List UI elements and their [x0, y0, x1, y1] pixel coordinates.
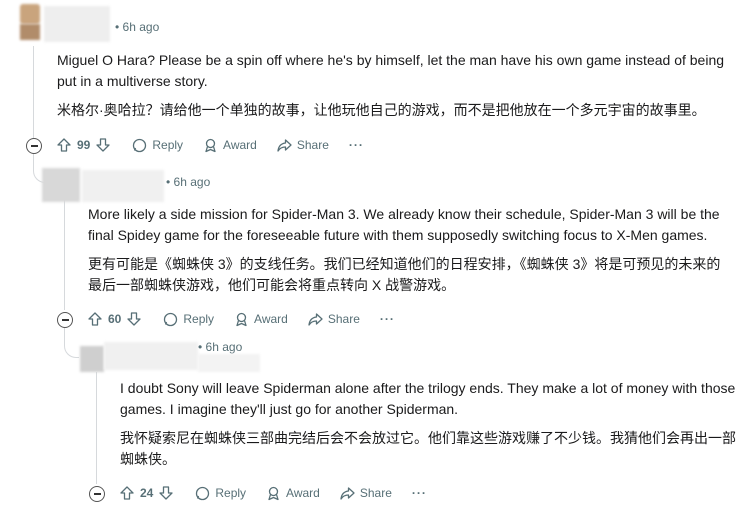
comment-meta: • 6h ago — [115, 20, 159, 34]
comment-meta: • 6h ago — [198, 340, 242, 354]
share-icon — [340, 486, 355, 500]
vote-group: 99 — [57, 138, 111, 152]
reply-icon — [196, 486, 210, 500]
collapse-button[interactable] — [57, 312, 73, 328]
thread-line-root — [33, 46, 34, 138]
thread-elbow-2 — [64, 327, 79, 358]
meta-dot: • — [198, 340, 203, 354]
upvote-icon[interactable] — [120, 486, 134, 500]
timestamp: 6h ago — [173, 175, 211, 189]
more-options-button[interactable]: ··· — [380, 312, 395, 326]
avatar — [80, 346, 104, 372]
reply-button[interactable]: Reply — [132, 138, 183, 153]
share-button[interactable]: Share — [277, 138, 329, 153]
avatar — [42, 168, 80, 202]
vote-count: 99 — [77, 138, 91, 152]
share-button[interactable]: Share — [340, 486, 392, 501]
username-overlay — [198, 354, 260, 372]
comment-body: I doubt Sony will leave Spiderman alone … — [120, 378, 740, 470]
share-label: Share — [296, 138, 329, 152]
username[interactable] — [104, 342, 198, 370]
more-icon: ··· — [411, 486, 427, 500]
avatar — [20, 4, 40, 24]
comment-text-zh: 米格尔·奥哈拉？请给他一个单独的故事，让他玩他自己的游戏，而不是把他放在一个多元… — [57, 102, 706, 118]
vote-group: 24 — [120, 486, 174, 500]
thread-line-level3 — [96, 372, 97, 484]
reply-icon — [133, 138, 147, 152]
vote-count: 60 — [108, 312, 122, 326]
reply-label: Reply — [215, 486, 247, 500]
share-icon — [308, 312, 323, 326]
comment-actions: 24 Reply Award Share ··· — [120, 480, 447, 506]
award-label: Award — [223, 138, 257, 152]
timestamp: 6h ago — [122, 20, 160, 34]
award-icon — [268, 486, 279, 500]
reply-label: Reply — [152, 138, 184, 152]
comment-text-en: More likely a side mission for Spider-Ma… — [88, 206, 720, 243]
comment-text-zh: 我怀疑索尼在蜘蛛侠三部曲完结后会不会放过它。他们靠这些游戏赚了不少钱。我猜他们会… — [120, 430, 736, 467]
thread-line-level2 — [64, 196, 65, 310]
share-label: Share — [327, 312, 360, 326]
share-button[interactable]: Share — [308, 312, 360, 327]
award-button[interactable]: Award — [266, 486, 320, 501]
comment-body: Miguel O Hara? Please be a spin off wher… — [57, 50, 727, 121]
downvote-icon[interactable] — [159, 486, 174, 500]
share-label: Share — [359, 486, 392, 500]
reply-label: Reply — [183, 312, 215, 326]
comment-meta: • 6h ago — [166, 175, 210, 189]
collapse-button[interactable] — [26, 138, 42, 154]
more-options-button[interactable]: ··· — [412, 486, 427, 500]
avatar — [20, 24, 40, 40]
award-icon — [236, 312, 247, 326]
award-label: Award — [286, 486, 320, 500]
award-icon — [205, 138, 216, 152]
upvote-icon[interactable] — [57, 138, 71, 152]
timestamp: 6h ago — [205, 340, 243, 354]
comment-text-zh: 更有可能是《蜘蛛侠 3》的支线任务。我们已经知道他们的日程安排，《蜘蛛侠 3》将… — [88, 256, 721, 293]
reply-button[interactable]: Reply — [195, 486, 246, 501]
comment-body: More likely a side mission for Spider-Ma… — [88, 204, 734, 296]
share-icon — [277, 138, 292, 152]
award-label: Award — [254, 312, 288, 326]
award-button[interactable]: Award — [203, 138, 257, 153]
more-icon: ··· — [348, 138, 364, 152]
more-icon: ··· — [379, 312, 395, 326]
downvote-icon[interactable] — [127, 312, 142, 326]
username[interactable] — [82, 170, 164, 202]
award-button[interactable]: Award — [234, 312, 288, 327]
comment-text-en: I doubt Sony will leave Spiderman alone … — [120, 380, 736, 417]
downvote-icon[interactable] — [96, 138, 111, 152]
vote-count: 24 — [140, 486, 154, 500]
username[interactable] — [44, 6, 110, 42]
reply-icon — [164, 312, 178, 326]
more-options-button[interactable]: ··· — [349, 138, 364, 152]
vote-group: 60 — [88, 312, 142, 326]
collapse-button[interactable] — [89, 486, 105, 502]
comment-actions: 60 Reply Award Share ··· — [88, 306, 415, 332]
meta-dot: • — [166, 175, 171, 189]
meta-dot: • — [115, 20, 120, 34]
comment-text-en: Miguel O Hara? Please be a spin off wher… — [57, 52, 725, 89]
reply-button[interactable]: Reply — [163, 312, 214, 327]
comment-actions: 99 Reply Award Share ··· — [57, 132, 384, 158]
upvote-icon[interactable] — [88, 312, 102, 326]
